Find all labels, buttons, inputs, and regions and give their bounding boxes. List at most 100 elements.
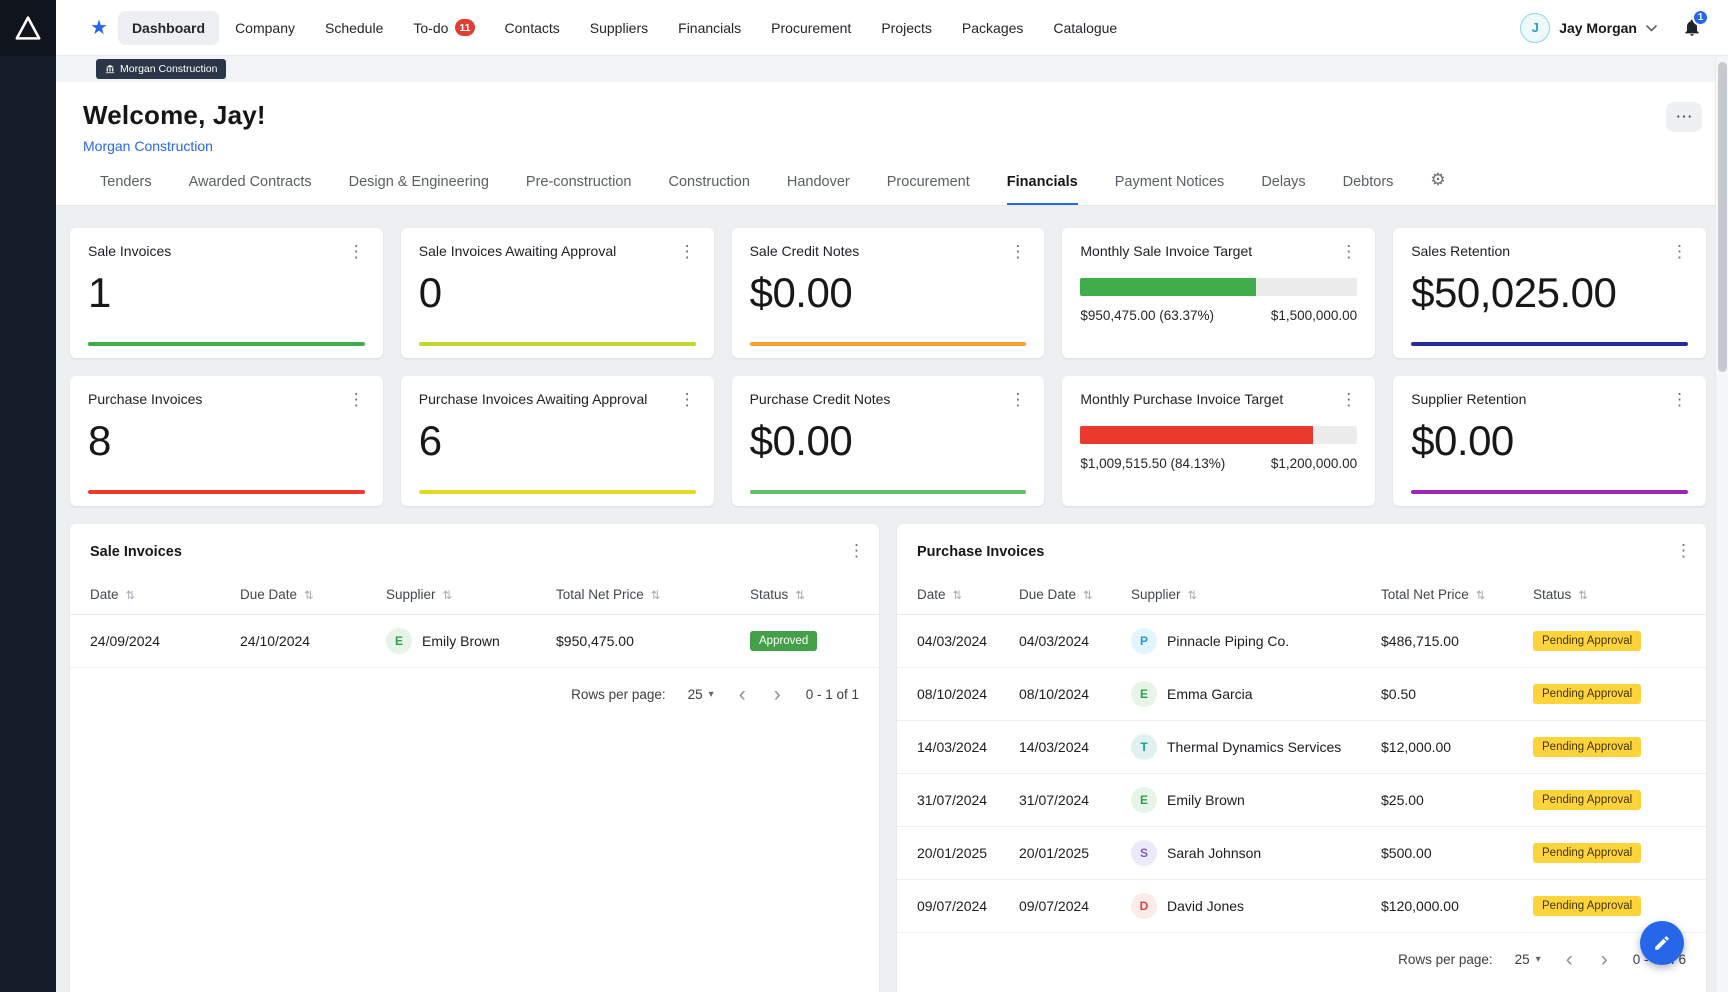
kebab-menu-icon[interactable]: ⋮ bbox=[1003, 389, 1032, 410]
nav-item-suppliers[interactable]: Suppliers bbox=[576, 11, 662, 45]
tab-construction[interactable]: Construction bbox=[668, 162, 749, 205]
tab-delays[interactable]: Delays bbox=[1261, 162, 1305, 205]
table-row[interactable]: 31/07/2024 31/07/2024 EEmily Brown $25.0… bbox=[897, 774, 1706, 827]
kebab-menu-icon[interactable]: ⋮ bbox=[1334, 389, 1363, 410]
supplier-name: Emma Garcia bbox=[1167, 686, 1253, 702]
cell-total-net-price: $950,475.00 bbox=[556, 615, 750, 668]
table-row[interactable]: 20/01/2025 20/01/2025 SSarah Johnson $50… bbox=[897, 827, 1706, 880]
tab-procurement[interactable]: Procurement bbox=[887, 162, 970, 205]
tab-debtors[interactable]: Debtors bbox=[1343, 162, 1394, 205]
column-header-status[interactable]: Status⇅ bbox=[750, 575, 879, 615]
tab-payment-notices[interactable]: Payment Notices bbox=[1115, 162, 1225, 205]
sort-icon: ⇅ bbox=[795, 590, 805, 602]
supplier-name: David Jones bbox=[1167, 898, 1244, 914]
breadcrumb-company-tag[interactable]: Morgan Construction bbox=[96, 59, 226, 79]
cell-due-date: 08/10/2024 bbox=[1019, 668, 1131, 721]
cell-date: 08/10/2024 bbox=[897, 668, 1019, 721]
column-header-total-net-price[interactable]: Total Net Price⇅ bbox=[1381, 575, 1533, 615]
kebab-menu-icon[interactable]: ⋮ bbox=[342, 389, 371, 410]
company-link[interactable]: Morgan Construction bbox=[83, 138, 213, 154]
nav-item-catalogue[interactable]: Catalogue bbox=[1039, 11, 1131, 45]
supplier-avatar: E bbox=[386, 628, 412, 654]
previous-page-button[interactable]: ‹ bbox=[736, 684, 749, 705]
kebab-menu-icon[interactable]: ⋮ bbox=[842, 540, 871, 561]
table-row[interactable]: 08/10/2024 08/10/2024 EEmma Garcia $0.50… bbox=[897, 668, 1706, 721]
rows-per-page-select[interactable]: 25▾ bbox=[688, 687, 714, 702]
nav-item-schedule[interactable]: Schedule bbox=[311, 11, 397, 45]
app-logo[interactable] bbox=[0, 0, 56, 56]
edit-fab-button[interactable] bbox=[1640, 921, 1684, 965]
status-badge: Pending Approval bbox=[1533, 737, 1641, 757]
breadcrumb-label: Morgan Construction bbox=[120, 63, 217, 75]
main-nav: Dashboard Company Schedule To-do11 Conta… bbox=[118, 10, 1131, 45]
kebab-menu-icon[interactable]: ⋮ bbox=[673, 389, 702, 410]
cell-date: 24/09/2024 bbox=[70, 615, 240, 668]
kpi-card-supplier-retention: Supplier Retention⋮ $0.00 bbox=[1393, 376, 1706, 506]
vertical-scrollbar[interactable] bbox=[1715, 57, 1728, 992]
table-row[interactable]: 09/07/2024 09/07/2024 DDavid Jones $120,… bbox=[897, 880, 1706, 933]
favorites-star-icon[interactable]: ★ bbox=[90, 18, 108, 38]
nav-item-label: Dashboard bbox=[132, 20, 205, 36]
cell-due-date: 31/07/2024 bbox=[1019, 774, 1131, 827]
cell-status: Pending Approval bbox=[1533, 668, 1706, 721]
column-label: Status bbox=[1533, 587, 1571, 602]
user-avatar[interactable]: J bbox=[1520, 13, 1550, 43]
nav-item-todo[interactable]: To-do11 bbox=[399, 10, 488, 45]
chevron-down-icon[interactable] bbox=[1646, 25, 1657, 32]
table-row[interactable]: 14/03/2024 14/03/2024 TThermal Dynamics … bbox=[897, 721, 1706, 774]
supplier-name: Thermal Dynamics Services bbox=[1167, 739, 1341, 755]
tab-financials[interactable]: Financials bbox=[1007, 162, 1078, 205]
next-page-button[interactable]: › bbox=[771, 684, 784, 705]
next-page-button[interactable]: › bbox=[1598, 949, 1611, 970]
nav-item-packages[interactable]: Packages bbox=[948, 11, 1037, 45]
sort-icon: ⇅ bbox=[651, 590, 661, 602]
column-header-date[interactable]: Date⇅ bbox=[70, 575, 240, 615]
nav-item-financials[interactable]: Financials bbox=[664, 11, 755, 45]
kebab-menu-icon[interactable]: ⋮ bbox=[1003, 241, 1032, 262]
rows-per-page-select[interactable]: 25▾ bbox=[1515, 952, 1541, 967]
kebab-menu-icon[interactable]: ⋮ bbox=[1665, 389, 1694, 410]
card-title: Purchase Credit Notes bbox=[750, 391, 891, 407]
table-row[interactable]: 24/09/2024 24/10/2024 EEmily Brown $950,… bbox=[70, 615, 879, 668]
notifications-bell-button[interactable]: 1 bbox=[1682, 17, 1702, 38]
kebab-menu-icon[interactable]: ⋮ bbox=[673, 241, 702, 262]
column-header-date[interactable]: Date⇅ bbox=[897, 575, 1019, 615]
nav-item-label: Contacts bbox=[505, 20, 560, 36]
user-name[interactable]: Jay Morgan bbox=[1559, 20, 1637, 36]
nav-item-projects[interactable]: Projects bbox=[867, 11, 946, 45]
more-options-button[interactable]: ⋯ bbox=[1666, 102, 1702, 132]
kebab-menu-icon[interactable]: ⋮ bbox=[1665, 241, 1694, 262]
sort-icon: ⇅ bbox=[1476, 590, 1486, 602]
cell-due-date: 24/10/2024 bbox=[240, 615, 386, 668]
kebab-menu-icon[interactable]: ⋮ bbox=[1669, 540, 1698, 561]
sort-icon: ⇅ bbox=[1188, 590, 1198, 602]
column-header-status[interactable]: Status ⇅ bbox=[1533, 575, 1706, 615]
kpi-card-purchase-invoices: Purchase Invoices⋮ 8 bbox=[70, 376, 383, 506]
nav-item-label: Financials bbox=[678, 20, 741, 36]
kebab-menu-icon[interactable]: ⋮ bbox=[342, 241, 371, 262]
nav-item-contacts[interactable]: Contacts bbox=[491, 11, 574, 45]
column-header-total-net-price[interactable]: Total Net Price⇅ bbox=[556, 575, 750, 615]
previous-page-button[interactable]: ‹ bbox=[1563, 949, 1576, 970]
card-title: Purchase Invoices Awaiting Approval bbox=[419, 391, 648, 407]
column-header-due-date[interactable]: Due Date⇅ bbox=[240, 575, 386, 615]
tab-tenders[interactable]: Tenders bbox=[100, 162, 152, 205]
column-header-supplier[interactable]: Supplier⇅ bbox=[1131, 575, 1381, 615]
column-header-supplier[interactable]: Supplier⇅ bbox=[386, 575, 556, 615]
tab-design-engineering[interactable]: Design & Engineering bbox=[349, 162, 489, 205]
cell-status: Pending Approval bbox=[1533, 880, 1706, 933]
tab-awarded-contracts[interactable]: Awarded Contracts bbox=[189, 162, 312, 205]
tab-pre-construction[interactable]: Pre-construction bbox=[526, 162, 632, 205]
table-row[interactable]: 04/03/2024 04/03/2024 PPinnacle Piping C… bbox=[897, 615, 1706, 668]
sort-icon: ⇅ bbox=[1578, 590, 1588, 602]
status-badge: Pending Approval bbox=[1533, 843, 1641, 863]
tabs-settings-gear-icon[interactable]: ⚙ bbox=[1430, 170, 1445, 190]
tab-handover[interactable]: Handover bbox=[787, 162, 850, 205]
nav-item-procurement[interactable]: Procurement bbox=[757, 11, 865, 45]
nav-item-dashboard[interactable]: Dashboard bbox=[118, 11, 219, 45]
kebab-menu-icon[interactable]: ⋮ bbox=[1334, 241, 1363, 262]
column-header-due-date[interactable]: Due Date⇅ bbox=[1019, 575, 1131, 615]
scrollbar-thumb[interactable] bbox=[1718, 62, 1727, 372]
nav-item-company[interactable]: Company bbox=[221, 11, 309, 45]
nav-item-label: Procurement bbox=[771, 20, 851, 36]
